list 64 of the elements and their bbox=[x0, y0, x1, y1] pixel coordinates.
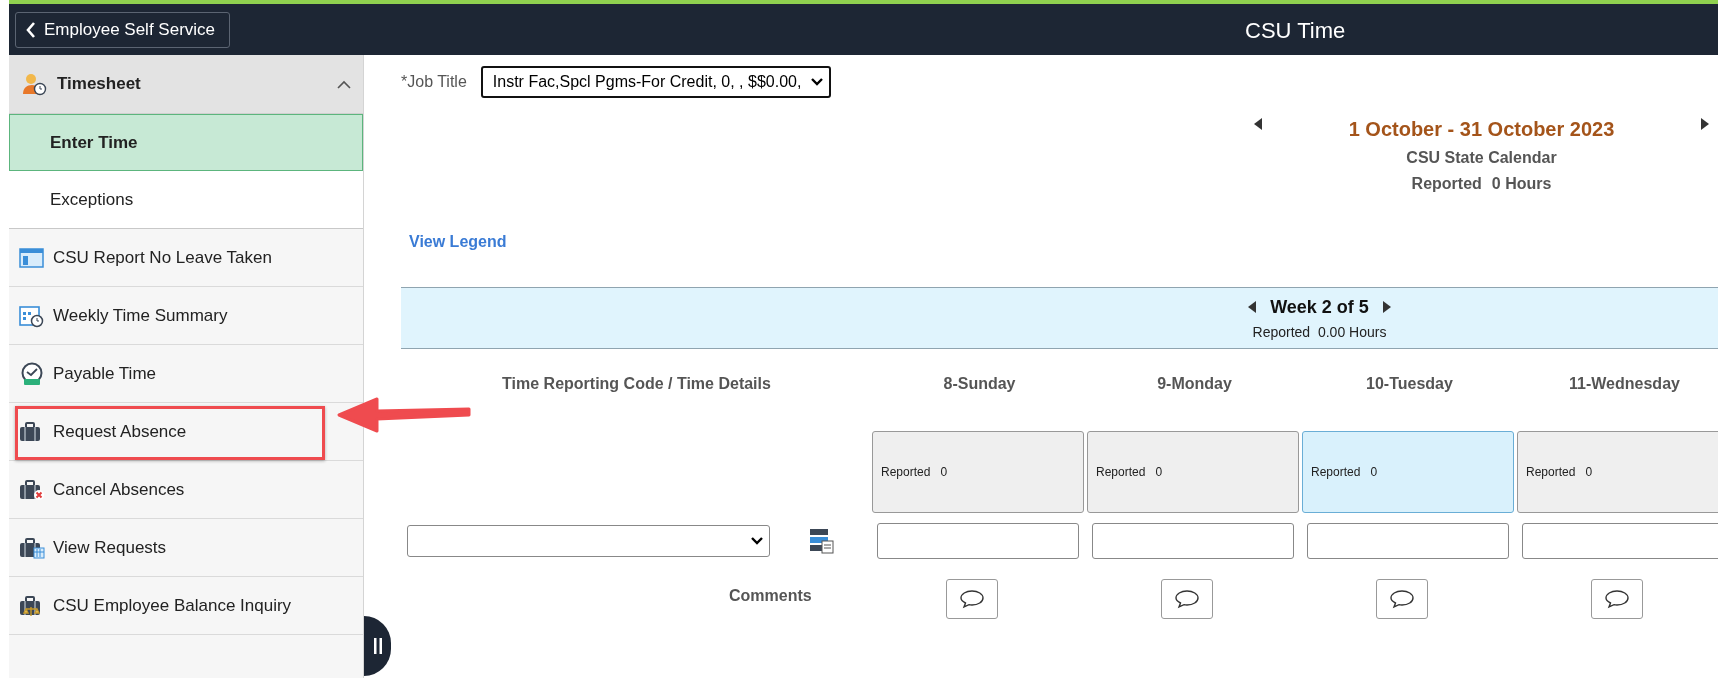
window-icon bbox=[19, 246, 45, 269]
menu-item[interactable]: Enter Time bbox=[9, 114, 363, 171]
column-header: Time Reporting Code / Time Details bbox=[501, 374, 772, 394]
menu-item[interactable]: Payable Time bbox=[53, 363, 156, 384]
reported-label: Reported bbox=[1411, 175, 1482, 193]
field-label: *Job Title bbox=[401, 73, 467, 91]
caret-icon bbox=[751, 537, 763, 545]
chevron-left-icon bbox=[26, 21, 36, 38]
clock-icon bbox=[19, 361, 45, 386]
speech-bubble-icon bbox=[1174, 589, 1200, 609]
hours-input[interactable] bbox=[1307, 523, 1509, 559]
hours-input[interactable] bbox=[1092, 523, 1294, 559]
column-header: 10-Tuesday bbox=[1365, 374, 1454, 394]
speech-bubble-icon bbox=[959, 589, 985, 609]
menu-item[interactable]: Request Absence bbox=[53, 421, 187, 442]
calendar-name: CSU State Calendar bbox=[1406, 149, 1557, 167]
week-reported: Reported 0.00 Hours bbox=[1252, 323, 1387, 340]
page-title: CSU Time bbox=[1245, 18, 1346, 44]
reported-label: Reported bbox=[1526, 465, 1576, 479]
caret-icon bbox=[811, 78, 824, 86]
column-header: 9-Monday bbox=[1156, 374, 1233, 394]
previous-icon[interactable] bbox=[1254, 118, 1262, 130]
comments-label: Comments bbox=[729, 587, 812, 606]
previous-icon[interactable] bbox=[1248, 301, 1257, 313]
briefcase-cancel-icon bbox=[19, 478, 45, 501]
timesheet-section[interactable]: Timesheet bbox=[9, 55, 363, 114]
reported-value: 0 bbox=[1585, 465, 1593, 479]
column-header: 8-Sunday bbox=[942, 374, 1017, 394]
comment-button[interactable] bbox=[1376, 579, 1428, 619]
comment-button[interactable] bbox=[1591, 579, 1643, 619]
view-legend-link[interactable]: View Legend bbox=[409, 233, 507, 251]
reported-value: 0 bbox=[1155, 465, 1163, 479]
menu-item[interactable]: CSU Report No Leave Taken bbox=[53, 247, 272, 268]
menu-item[interactable]: View Requests bbox=[53, 537, 167, 558]
collapse-handle[interactable] bbox=[364, 616, 391, 676]
reported-value: 0 bbox=[1370, 465, 1378, 479]
job-title-select[interactable]: Instr Fac,Spcl Pgms-For Credit, 0, , $$0.00, bbox=[480, 66, 832, 98]
week-label: Week 2 of 5 bbox=[1270, 296, 1369, 318]
reported-label: Reported bbox=[1096, 465, 1146, 479]
pause-icon bbox=[373, 638, 382, 654]
details-icon[interactable] bbox=[810, 528, 834, 554]
briefcase-calendar-icon bbox=[19, 536, 45, 559]
hours-input[interactable] bbox=[877, 523, 1079, 559]
menu-item[interactable]: Weekly Time Summary bbox=[53, 305, 228, 326]
speech-bubble-icon bbox=[1389, 589, 1415, 609]
person-clock-icon bbox=[21, 72, 47, 96]
reported-label: Reported bbox=[1311, 465, 1361, 479]
speech-bubble-icon bbox=[1604, 589, 1630, 609]
date-range: 1 October - 31 October 2023 bbox=[1348, 118, 1615, 141]
time-code-select[interactable] bbox=[407, 525, 770, 557]
menu-item[interactable]: Cancel Absences bbox=[53, 479, 185, 500]
menu-item[interactable]: Exceptions bbox=[9, 171, 363, 228]
comment-button[interactable] bbox=[946, 579, 998, 619]
calendar-clock-icon bbox=[19, 303, 45, 328]
next-icon[interactable] bbox=[1382, 301, 1391, 313]
hours-input[interactable] bbox=[1522, 523, 1718, 559]
column-header: 11-Wednesday bbox=[1568, 374, 1681, 394]
reported-hours: 0 Hours bbox=[1491, 175, 1552, 193]
back-button[interactable]: Employee Self Service bbox=[15, 11, 231, 48]
comment-button[interactable] bbox=[1161, 579, 1213, 619]
reported-label: Reported bbox=[881, 465, 931, 479]
reported-value: 0 bbox=[940, 465, 948, 479]
next-icon[interactable] bbox=[1701, 118, 1709, 130]
menu-item[interactable]: CSU Employee Balance Inquiry bbox=[53, 595, 292, 616]
